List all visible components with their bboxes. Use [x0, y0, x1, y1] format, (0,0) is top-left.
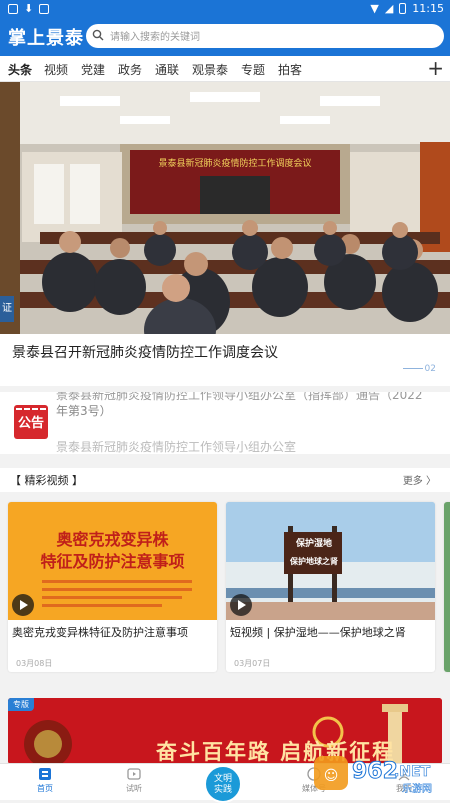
app-header: 掌上景泰 [0, 18, 450, 56]
search-box[interactable] [86, 24, 444, 48]
tab-jingtai-view[interactable]: 观景泰 [192, 61, 228, 78]
watermark-logo: ☺ 962 .NET 乐游网 [314, 756, 432, 795]
play-icon[interactable] [230, 594, 252, 616]
videos-section-header: 【 精彩视频 】 更多 〉 [0, 468, 450, 492]
tab-special[interactable]: 专题 [241, 61, 265, 78]
notice-line[interactable]: 景泰县新冠肺炎疫情防控工作领导小组办公室 [56, 438, 296, 454]
slide-indicator: 02 [403, 364, 436, 374]
app-title: 掌上景泰 [8, 28, 84, 49]
svg-text:☺: ☺ [324, 768, 339, 784]
side-tag: 证 [0, 296, 14, 322]
video-title[interactable]: 短视频 | 保护湿地——保护地球之肾 [230, 624, 406, 640]
notice-line[interactable]: 年第3号） [56, 402, 112, 419]
video-card[interactable]: 奥密克戎变异株 特征及防护注意事项 奥密克戎变异株特征及防护注意事项 03月08… [8, 502, 217, 672]
hero-title[interactable]: 景泰县召开新冠肺炎疫情防控工作调度会议 [12, 342, 278, 362]
category-tabs: 头条 视频 党建 政务 通联 观景泰 专题 拍客 + [0, 56, 450, 82]
status-bar: ⬇ ▼ ◢ 11:15 [0, 0, 450, 18]
hero-image[interactable]: 景泰县新冠肺炎疫情防控工作调度会议 [0, 82, 450, 334]
nav-listen-label: 试听 [126, 784, 142, 793]
video-play-icon [127, 768, 141, 780]
tab-video[interactable]: 视频 [44, 61, 68, 78]
section-title: 【 精彩视频 】 [10, 474, 83, 487]
wm-brand: 962 [352, 759, 398, 784]
hero-banner-text: 景泰县新冠肺炎疫情防控工作调度会议 [158, 157, 311, 169]
search-input[interactable] [108, 27, 432, 47]
video-title[interactable]: 奥密克戎变异株特征及防护注意事项 [12, 624, 188, 640]
video-date: 03月07日 [234, 659, 271, 668]
video-date: 03月08日 [16, 659, 53, 668]
more-link[interactable]: 更多 〉 [403, 472, 436, 487]
video-carousel: 奥密克戎变异株 特征及防护注意事项 奥密克戎变异株特征及防护注意事项 03月08… [0, 492, 450, 688]
video-card-peek[interactable] [444, 502, 450, 672]
video-thumbnail[interactable]: 奥密克戎变异株 特征及防护注意事项 [8, 502, 217, 620]
add-channel-icon[interactable]: + [427, 56, 444, 80]
battery-icon [399, 3, 407, 14]
wm-suffix: .NET [394, 764, 431, 780]
sd-card-icon [39, 3, 50, 14]
thumb-heading: 奥密克戎变异株 [56, 530, 169, 549]
tab-headlines[interactable]: 头条 [8, 61, 32, 78]
app-notification-icon [8, 3, 18, 14]
video-thumbnail[interactable]: 保护湿地 保护地球之肾 [226, 502, 435, 620]
nav-home[interactable]: 首页 [15, 766, 75, 794]
tab-government[interactable]: 政务 [118, 61, 142, 78]
nav-home-label: 首页 [37, 784, 53, 793]
civilization-practice-button[interactable]: 文明 实践 [204, 765, 242, 803]
notice-bar[interactable]: 公告 景泰县新冠肺炎疫情防控工作领导小组办公室（指挥部）通告（2022 年第3号… [0, 392, 450, 454]
nav-listen[interactable]: 试听 [104, 766, 164, 794]
signal-icon: ◢ [384, 2, 394, 15]
sign-text: 保护湿地 [295, 539, 332, 549]
notice-icon: 公告 [14, 405, 48, 439]
clock: 11:15 [412, 2, 444, 15]
wm-sub: 乐游网 [402, 782, 432, 795]
play-icon[interactable] [12, 594, 34, 616]
tab-tonglian[interactable]: 通联 [155, 61, 179, 78]
download-icon: ⬇ [24, 2, 34, 15]
home-icon [39, 768, 51, 780]
thumb-heading: 特征及防护注意事项 [40, 552, 185, 571]
center-label: 实践 [213, 785, 232, 795]
center-label: 文明 [213, 774, 232, 784]
search-icon [92, 29, 104, 41]
hero-caption[interactable]: 景泰县召开新冠肺炎疫情防控工作调度会议 02 [0, 334, 450, 386]
sign-text: 保护地球之肾 [290, 557, 338, 566]
wifi-icon: ▼ [370, 2, 379, 15]
tab-paike[interactable]: 拍客 [278, 61, 302, 78]
video-card[interactable]: 保护湿地 保护地球之肾 短视频 | 保护湿地——保护地球之肾 03月07日 [226, 502, 435, 672]
banner-tag: 专版 [8, 698, 34, 711]
site-watermark: ☺ 962 .NET 乐游网 [310, 748, 448, 798]
tab-party[interactable]: 党建 [81, 61, 105, 78]
meeting-photo: 景泰县新冠肺炎疫情防控工作调度会议 [0, 82, 450, 334]
